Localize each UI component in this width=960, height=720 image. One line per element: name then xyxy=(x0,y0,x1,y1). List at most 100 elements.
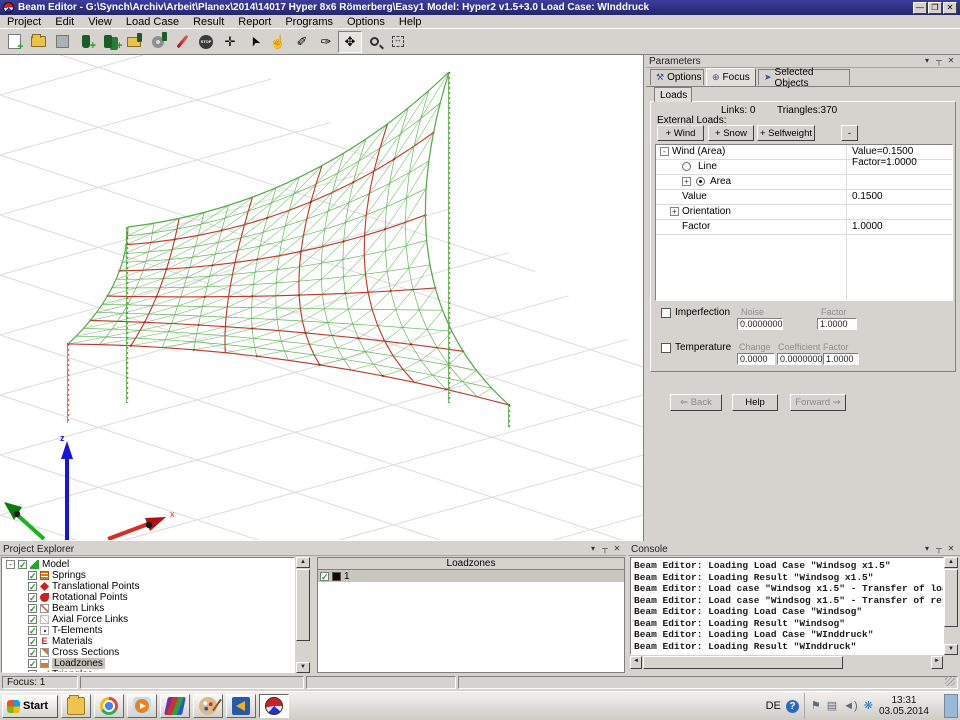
checkbox[interactable]: ✓ xyxy=(28,615,37,624)
scroll-right-icon[interactable]: ► xyxy=(931,656,943,669)
loadzone-checkbox[interactable]: ✓ xyxy=(320,572,329,581)
menu-load-case[interactable]: Load Case xyxy=(119,16,186,28)
draw-line2-button[interactable]: ✑ xyxy=(314,31,338,53)
zoom-window-button[interactable] xyxy=(362,31,386,53)
loadzone-row[interactable]: ✓ 1 xyxy=(318,570,624,582)
scroll-down-icon[interactable]: ▼ xyxy=(944,644,958,655)
add-snow-button[interactable]: + Snow xyxy=(708,125,754,141)
tree-item-loadzones[interactable]: ✓Loadzones xyxy=(2,658,294,669)
console-hscrollbar[interactable]: ◄ ► xyxy=(630,656,944,670)
draw-line-button[interactable]: ✐ xyxy=(290,31,314,53)
load-settings-button[interactable] xyxy=(146,31,170,53)
menu-result[interactable]: Result xyxy=(186,16,231,28)
tab-focus[interactable]: ⊕ Focus xyxy=(706,68,756,86)
expander-icon[interactable]: - xyxy=(660,147,669,156)
taskbar-explorer[interactable] xyxy=(61,694,91,718)
radio-line[interactable] xyxy=(682,162,691,171)
menu-edit[interactable]: Edit xyxy=(48,16,81,28)
checkbox[interactable]: ✓ xyxy=(28,637,37,646)
console-output[interactable]: Beam Editor: Loading Load Case "Windsog … xyxy=(630,557,944,655)
load-tree-row[interactable]: +Area xyxy=(656,175,952,190)
open-button[interactable] xyxy=(26,31,50,53)
project-explorer-title-bar[interactable]: Project Explorer ▾ ┬ ✕ xyxy=(0,543,626,556)
panel-menu-icon[interactable]: ▾ xyxy=(921,544,933,554)
expander-icon[interactable]: + xyxy=(670,207,679,216)
load-tree-row[interactable]: +Orientation xyxy=(656,205,952,220)
temperature-checkbox[interactable] xyxy=(661,343,671,353)
tab-selected-objects[interactable]: ➤ Selected Objects xyxy=(758,69,850,85)
minimize-button[interactable]: — xyxy=(913,2,927,14)
project-explorer-tree[interactable]: -✓Model✓Springs✓Translational Points✓Rot… xyxy=(1,557,295,673)
coefficient-field[interactable]: 0.0000000 xyxy=(777,353,821,365)
taskbar-color-app[interactable] xyxy=(160,694,190,718)
checkbox[interactable]: ✓ xyxy=(28,648,37,657)
panel-menu-icon[interactable]: ▾ xyxy=(921,56,933,66)
expander-icon[interactable]: - xyxy=(6,560,15,569)
loadzones-list[interactable]: ✓ 1 xyxy=(317,570,625,673)
pin-icon[interactable]: ┬ xyxy=(933,56,945,66)
help-icon[interactable]: ? xyxy=(786,700,799,713)
open-load-button[interactable] xyxy=(122,31,146,53)
add-selfweight-button[interactable]: + Selfweight xyxy=(757,125,815,141)
menu-programs[interactable]: Programs xyxy=(278,16,340,28)
tree-item-rotational-points[interactable]: ✓Rotational Points xyxy=(2,592,294,603)
new-model-button[interactable] xyxy=(2,31,26,53)
tree-item-model[interactable]: -✓Model xyxy=(2,559,294,570)
add-loads-button[interactable] xyxy=(98,31,122,53)
pin-icon[interactable]: ┬ xyxy=(599,544,611,554)
language-indicator[interactable]: DE xyxy=(766,700,781,712)
flag-icon[interactable]: ⚑ xyxy=(811,701,821,712)
tree-item-triangles[interactable]: ✓Triangles xyxy=(2,669,294,673)
change-field[interactable]: 0.0000 xyxy=(737,353,775,365)
menu-options[interactable]: Options xyxy=(340,16,392,28)
project-explorer-scrollbar[interactable]: ▲ ▼ xyxy=(296,557,310,673)
scroll-up-icon[interactable]: ▲ xyxy=(944,557,958,568)
clock[interactable]: 13:31 03.05.2014 xyxy=(879,695,929,717)
security-shield-icon[interactable]: ❋ xyxy=(864,701,873,712)
menu-view[interactable]: View xyxy=(81,16,119,28)
checkbox[interactable]: ✓ xyxy=(28,571,37,580)
checkbox[interactable]: ✓ xyxy=(18,560,27,569)
scroll-down-icon[interactable]: ▼ xyxy=(296,662,310,673)
network-icon[interactable]: ▤ xyxy=(827,701,837,712)
scroll-thumb[interactable] xyxy=(296,569,310,641)
scroll-up-icon[interactable]: ▲ xyxy=(296,557,310,568)
temperature-factor-field[interactable]: 1.0000 xyxy=(823,353,859,365)
load-tree-row[interactable]: -Wind (Area)Value=0.1500 Factor=1.0000 xyxy=(656,145,952,160)
console-title-bar[interactable]: Console ▾ ┬ ✕ xyxy=(628,543,960,556)
tree-item-t-elements[interactable]: ✓T-Elements xyxy=(2,625,294,636)
radio-area[interactable] xyxy=(696,177,705,186)
pan-hand-button[interactable]: ☝ xyxy=(266,31,290,53)
tree-item-cross-sections[interactable]: ✓Cross Sections xyxy=(2,647,294,658)
add-wind-button[interactable]: + Wind xyxy=(657,125,704,141)
viewport-3d[interactable]: zx xyxy=(0,55,644,541)
noise-field[interactable]: 0.0000000 xyxy=(737,318,783,330)
menu-report[interactable]: Report xyxy=(231,16,278,28)
taskbar-beam-editor[interactable] xyxy=(259,694,289,718)
checkbox[interactable]: ✓ xyxy=(28,582,37,591)
tree-item-translational-points[interactable]: ✓Translational Points xyxy=(2,581,294,592)
console-vscrollbar[interactable]: ▲ ▼ xyxy=(944,557,958,655)
tab-loads[interactable]: Loads xyxy=(654,87,692,102)
load-tree[interactable]: -Wind (Area)Value=0.1500 Factor=1.0000Li… xyxy=(655,144,953,301)
zoom-extents-button[interactable] xyxy=(386,31,410,53)
close-icon[interactable]: ✕ xyxy=(611,544,623,554)
taskbar-viewer[interactable] xyxy=(226,694,256,718)
expander-icon[interactable]: + xyxy=(682,177,691,186)
stop-button[interactable]: STOP xyxy=(194,31,218,53)
checkbox[interactable]: ✓ xyxy=(28,604,37,613)
show-desktop-button[interactable] xyxy=(944,694,958,718)
restore-button[interactable]: ❐ xyxy=(928,2,942,14)
tree-item-springs[interactable]: ✓Springs xyxy=(2,570,294,581)
close-icon[interactable]: ✕ xyxy=(945,544,957,554)
resize-grip[interactable] xyxy=(945,676,955,686)
scroll-thumb[interactable] xyxy=(643,656,843,669)
save-button[interactable] xyxy=(50,31,74,53)
orbit-view-button[interactable]: ✥ xyxy=(338,31,362,53)
back-button[interactable]: ⇐ Back xyxy=(670,394,722,411)
checkbox[interactable]: ✓ xyxy=(28,670,37,673)
tree-item-beam-links[interactable]: ✓Beam Links xyxy=(2,603,294,614)
speaker-icon[interactable]: ◄) xyxy=(843,701,858,712)
scroll-thumb[interactable] xyxy=(944,569,958,627)
checkbox[interactable]: ✓ xyxy=(28,593,37,602)
